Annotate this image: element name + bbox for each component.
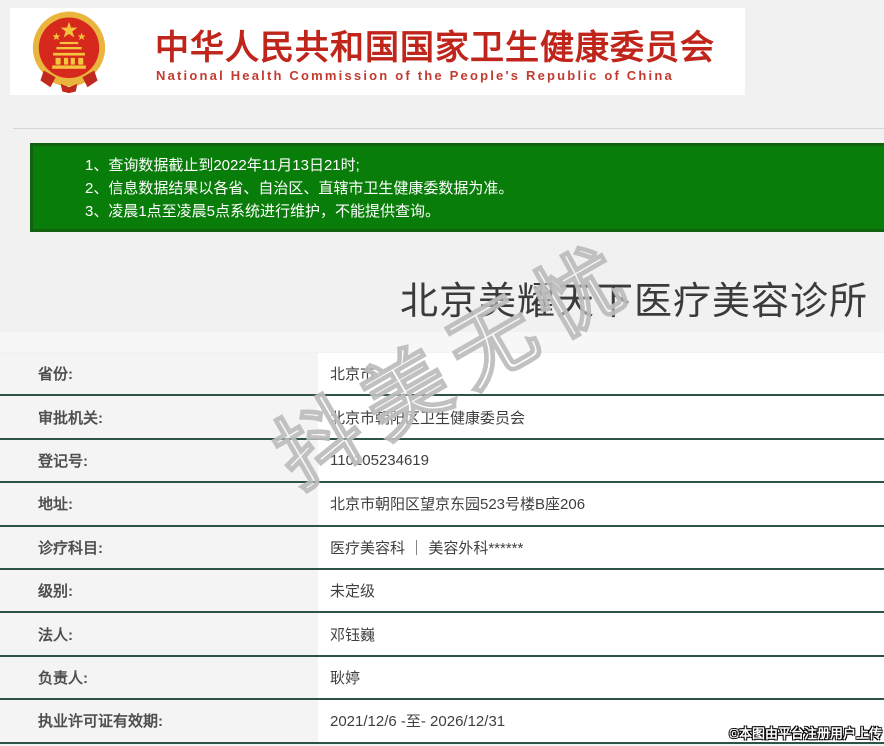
- table-row-medical-subjects: 诊疗科目: 医疗美容科 ｜ 美容外科******: [0, 526, 884, 570]
- field-label: 审批机关:: [0, 396, 318, 438]
- field-value: 北京市朝阳区望京东园523号楼B座206: [318, 483, 884, 525]
- field-value: 北京市: [318, 353, 884, 395]
- field-value: 医疗美容科 ｜ 美容外科******: [318, 526, 884, 568]
- notice-line-2: 2、信息数据结果以各省、自治区、直辖市卫生健康委数据为准。: [85, 180, 514, 197]
- notice-line-1: 1、查询数据截止到2022年11月13日21时;: [85, 157, 360, 174]
- title-band: [0, 332, 884, 352]
- institution-info-table: 省份: 北京市 审批机关: 北京市朝阳区卫生健康委员会 登记号: 1101052…: [0, 353, 884, 744]
- field-value: 110105234619: [318, 439, 884, 482]
- field-label: 级别:: [0, 569, 318, 612]
- table-row-province: 省份: 北京市: [0, 353, 884, 397]
- field-label: 执业许可证有效期:: [0, 700, 318, 742]
- upload-attribution-note: ©本图由平台注册用户上传: [729, 726, 882, 741]
- query-notice-box: 1、查询数据截止到2022年11月13日21时; 2、信息数据结果以各省、自治区…: [30, 143, 884, 232]
- site-header: 中华人民共和国国家卫生健康委员会 National Health Commiss…: [10, 8, 745, 95]
- table-row-registration-number: 登记号: 110105234619: [0, 439, 884, 484]
- field-value: 北京市朝阳区卫生健康委员会: [318, 396, 884, 438]
- notice-line-3: 3、凌晨1点至凌晨5点系统进行维护，不能提供查询。: [85, 203, 441, 220]
- table-row-approval-authority: 审批机关: 北京市朝阳区卫生健康委员会: [0, 396, 884, 440]
- field-value: 未定级: [318, 569, 884, 612]
- site-title-english: National Health Commission of the People…: [156, 68, 674, 83]
- field-label: 负责人:: [0, 656, 318, 699]
- site-title-chinese: 中华人民共和国国家卫生健康委员会: [155, 29, 715, 67]
- header-divider: [13, 128, 884, 129]
- field-label: 法人:: [0, 613, 318, 655]
- field-label: 地址:: [0, 483, 318, 525]
- field-value: 耿婷: [318, 656, 884, 699]
- table-row-address: 地址: 北京市朝阳区望京东园523号楼B座206: [0, 483, 884, 527]
- field-label: 登记号:: [0, 439, 318, 482]
- table-row-level: 级别: 未定级: [0, 569, 884, 614]
- table-row-legal-person: 法人: 邓钰巍: [0, 613, 884, 657]
- china-national-emblem-icon: [32, 11, 106, 94]
- field-label: 省份:: [0, 353, 318, 395]
- field-value: 邓钰巍: [318, 613, 884, 655]
- table-row-person-in-charge: 负责人: 耿婷: [0, 656, 884, 701]
- field-label: 诊疗科目:: [0, 526, 318, 568]
- page-title: 北京美耀天下医疗美容诊所: [400, 281, 869, 323]
